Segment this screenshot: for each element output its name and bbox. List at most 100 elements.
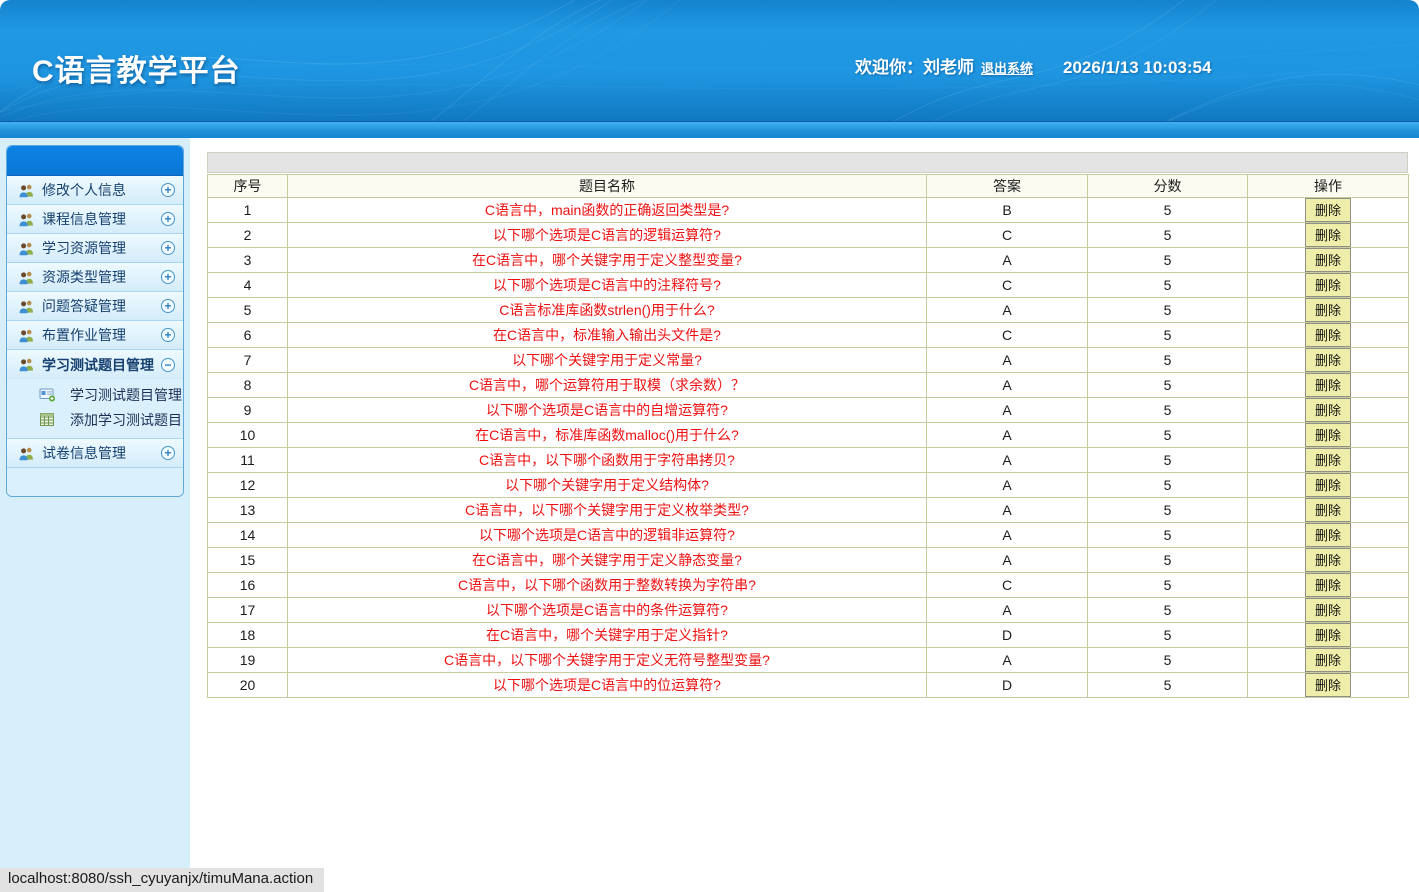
question-link[interactable]: C语言中，以下哪个关键字用于定义无符号整型变量?: [444, 652, 770, 668]
delete-button[interactable]: 删除: [1304, 648, 1351, 672]
users-icon: [18, 299, 35, 314]
question-link[interactable]: C语言中，main函数的正确返回类型是?: [485, 202, 729, 218]
answer-cell: A: [926, 422, 1088, 448]
question-link[interactable]: 以下哪个选项是C语言中的位运算符?: [493, 677, 721, 693]
delete-button[interactable]: 删除: [1304, 473, 1351, 497]
table-row: 1 C语言中，main函数的正确返回类型是? B 5 删除: [207, 197, 1409, 223]
score-cell: 5: [1087, 422, 1248, 448]
sidebar-item[interactable]: 资源类型管理 +: [7, 263, 183, 292]
question-link[interactable]: 以下哪个关键字用于定义常量?: [512, 352, 702, 368]
answer-cell: C: [926, 272, 1088, 298]
score-cell: 5: [1087, 547, 1248, 573]
question-link[interactable]: C语言中，哪个运算符用于取模（求余数）？: [469, 377, 745, 393]
collapse-icon[interactable]: −: [161, 357, 175, 372]
table-row: 20 以下哪个选项是C语言中的位运算符? D 5 删除: [207, 672, 1409, 698]
expand-icon[interactable]: +: [161, 299, 175, 313]
sidebar-item[interactable]: 试卷信息管理 +: [7, 439, 183, 468]
row-number: 20: [207, 672, 288, 698]
answer-cell: D: [926, 672, 1088, 698]
welcome-bar: 欢迎你： 刘老师 退出系统 2026/1/13 10:03:54: [855, 53, 1211, 78]
question-link[interactable]: 以下哪个选项是C语言的逻辑运算符?: [493, 227, 721, 243]
delete-button[interactable]: 删除: [1304, 223, 1351, 247]
delete-button[interactable]: 删除: [1304, 248, 1351, 272]
question-link[interactable]: 在C语言中，标准输入输出头文件是?: [493, 327, 721, 343]
sidebar-panel: 修改个人信息 + 课程信息管理 + 学习资源管理 + 资源类型管理 + 问题答疑管理 + 布置作业管…: [6, 145, 184, 497]
delete-button[interactable]: 删除: [1304, 623, 1351, 647]
delete-button[interactable]: 删除: [1304, 423, 1351, 447]
sidebar-subitem[interactable]: 学习测试题目管理: [7, 382, 183, 407]
question-link[interactable]: 在C语言中，哪个关键字用于定义静态变量?: [472, 552, 742, 568]
delete-button[interactable]: 删除: [1304, 398, 1351, 422]
delete-button[interactable]: 删除: [1304, 498, 1351, 522]
delete-button[interactable]: 删除: [1304, 673, 1351, 697]
sidebar-item-label: 学习资源管理: [42, 240, 126, 256]
question-table: 序号 题目名称 答案 分数 操作 1 C语言中，main函数的正确返回类型是? …: [207, 174, 1409, 698]
question-link[interactable]: 以下哪个选项是C语言中的自增运算符?: [486, 402, 728, 418]
delete-button[interactable]: 删除: [1304, 523, 1351, 547]
score-cell: 5: [1087, 597, 1248, 623]
expand-icon[interactable]: +: [161, 328, 175, 342]
expand-icon[interactable]: +: [161, 212, 175, 226]
table-header-row: 序号 题目名称 答案 分数 操作: [207, 174, 1409, 198]
expand-icon[interactable]: +: [161, 183, 175, 197]
table-row: 2 以下哪个选项是C语言的逻辑运算符? C 5 删除: [207, 222, 1409, 248]
row-number: 4: [207, 272, 288, 298]
question-link[interactable]: 在C语言中，哪个关键字用于定义整型变量?: [472, 252, 742, 268]
sidebar-item[interactable]: 布置作业管理 +: [7, 321, 183, 350]
sidebar-menu: 修改个人信息 + 课程信息管理 + 学习资源管理 + 资源类型管理 + 问题答疑管理 + 布置作业管…: [7, 176, 183, 468]
header-no: 序号: [207, 174, 288, 198]
sidebar-item[interactable]: 问题答疑管理 +: [7, 292, 183, 321]
delete-button[interactable]: 删除: [1304, 373, 1351, 397]
table-row: 6 在C语言中，标准输入输出头文件是? C 5 删除: [207, 322, 1409, 348]
question-link[interactable]: 以下哪个关键字用于定义结构体?: [505, 477, 709, 493]
row-number: 2: [207, 222, 288, 248]
question-link[interactable]: 以下哪个选项是C语言中的注释符号?: [493, 277, 721, 293]
delete-button[interactable]: 删除: [1304, 573, 1351, 597]
score-cell: 5: [1087, 672, 1248, 698]
question-link[interactable]: C语言标准库函数strlen()用于什么?: [499, 302, 714, 318]
score-cell: 5: [1087, 272, 1248, 298]
delete-button[interactable]: 删除: [1304, 348, 1351, 372]
sidebar-item[interactable]: 课程信息管理 +: [7, 205, 183, 234]
table-row: 13 C语言中，以下哪个关键字用于定义枚举类型? A 5 删除: [207, 497, 1409, 523]
question-link[interactable]: 在C语言中，标准库函数malloc()用于什么?: [475, 427, 739, 443]
logout-link[interactable]: 退出系统: [981, 58, 1033, 77]
sidebar-item-label: 布置作业管理: [42, 327, 126, 343]
delete-button[interactable]: 删除: [1304, 198, 1351, 222]
delete-button[interactable]: 删除: [1304, 598, 1351, 622]
sidebar-item[interactable]: 修改个人信息 +: [7, 176, 183, 205]
sidebar-item-label: 试卷信息管理: [42, 445, 126, 461]
row-number: 19: [207, 647, 288, 673]
delete-button[interactable]: 删除: [1304, 548, 1351, 572]
row-number: 12: [207, 472, 288, 498]
score-cell: 5: [1087, 322, 1248, 348]
question-link[interactable]: 在C语言中，哪个关键字用于定义指针?: [486, 627, 728, 643]
question-link[interactable]: C语言中，以下哪个关键字用于定义枚举类型?: [465, 502, 749, 518]
delete-button[interactable]: 删除: [1304, 448, 1351, 472]
question-link[interactable]: 以下哪个选项是C语言中的条件运算符?: [486, 602, 728, 618]
row-number: 11: [207, 447, 288, 473]
row-number: 17: [207, 597, 288, 623]
question-link[interactable]: 以下哪个选项是C语言中的逻辑非运算符?: [479, 527, 735, 543]
header-bottom-band: [0, 121, 1419, 138]
delete-button[interactable]: 删除: [1304, 298, 1351, 322]
users-icon: [18, 270, 35, 285]
expand-icon[interactable]: +: [161, 446, 175, 460]
row-number: 13: [207, 497, 288, 523]
expand-icon[interactable]: +: [161, 241, 175, 255]
row-number: 9: [207, 397, 288, 423]
sidebar-subitem[interactable]: 添加学习测试题目: [7, 407, 183, 432]
score-cell: 5: [1087, 497, 1248, 523]
answer-cell: A: [926, 647, 1088, 673]
sidebar-submenu: 学习测试题目管理 添加学习测试题目: [7, 379, 183, 439]
question-link[interactable]: C语言中，以下哪个函数用于整数转换为字符串?: [458, 577, 756, 593]
sidebar-item[interactable]: 学习测试题目管理 −: [7, 350, 183, 379]
question-link[interactable]: C语言中，以下哪个函数用于字符串拷贝?: [479, 452, 735, 468]
expand-icon[interactable]: +: [161, 270, 175, 284]
sidebar-item[interactable]: 学习资源管理 +: [7, 234, 183, 263]
delete-button[interactable]: 删除: [1304, 273, 1351, 297]
score-cell: 5: [1087, 622, 1248, 648]
delete-button[interactable]: 删除: [1304, 323, 1351, 347]
score-cell: 5: [1087, 572, 1248, 598]
row-number: 6: [207, 322, 288, 348]
